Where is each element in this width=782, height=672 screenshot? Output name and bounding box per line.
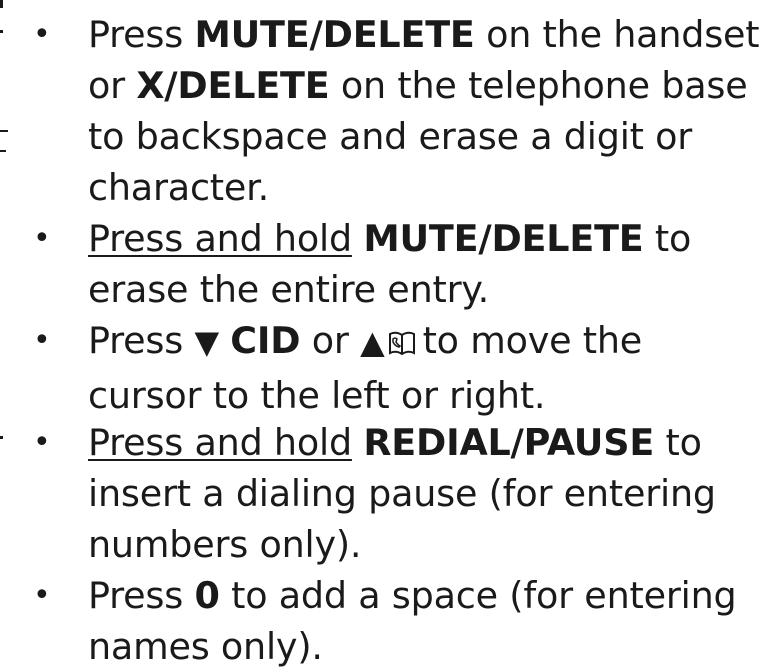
key-name: X/DELETE [136,64,330,107]
list-item: • Press ▼ CID or ▲ to move the cursor to … [0,315,642,421]
bullet-marker: • [33,17,51,52]
bullet-marker: • [33,578,51,613]
list-item: • Press and hold MUTE/DELETE to erase th… [0,213,691,315]
text-run: on the handset [486,13,760,56]
text-line: or X/DELETE on the telephone base [88,60,759,111]
key-name: MUTE/DELETE [363,217,644,260]
text-run: Press [88,13,184,56]
text-run: Press [88,319,184,362]
bullet-marker: • [33,221,51,256]
bullet-marker: • [33,425,51,460]
up-arrow-icon: ▲ [360,323,385,361]
text-line: Press ▼ CID or ▲ to move the [88,315,642,370]
text-run: Press [88,574,184,617]
key-name: MUTE/DELETE [194,13,475,56]
bullet-marker: • [33,323,51,358]
key-name: CID [230,319,301,362]
list-item: • Press MUTE/DELETE on the handset or X/… [0,9,760,213]
underlined-phrase: Press and hold [88,421,352,464]
text-line: names only). [88,625,323,668]
text-run: or [311,319,349,362]
text-run: on the telephone base [340,64,748,107]
text-line: numbers only). [88,523,362,566]
down-arrow-icon: ▼ [194,323,219,361]
text-run: to [654,217,692,260]
key-name: REDIAL/PAUSE [363,421,655,464]
page-edge-mark [0,0,3,8]
text-line: Press and hold REDIAL/PAUSE to [88,417,716,468]
text-line: insert a dialing pause (for entering [88,472,716,515]
text-line: Press and hold MUTE/DELETE to [88,213,691,264]
list-item: • Press and hold REDIAL/PAUSE to insert … [0,417,716,570]
text-line: to backspace and erase a digit or [88,115,693,158]
text-line: Press 0 to add a space (for entering [88,570,737,621]
text-run: to move the [422,319,643,362]
key-name: 0 [194,574,220,617]
text-run: to add a space (for entering [231,574,737,617]
text-line: cursor to the left or right. [88,374,546,417]
text-run: or [88,64,125,107]
phonebook-icon [387,319,417,370]
text-run: to [665,421,702,464]
text-line: character. [88,166,270,209]
text-line: erase the entire entry. [88,268,490,311]
underlined-phrase: Press and hold [88,217,352,260]
text-line: Press MUTE/DELETE on the handset [88,9,760,60]
list-item: • Press 0 to add a space (for entering n… [0,570,737,672]
